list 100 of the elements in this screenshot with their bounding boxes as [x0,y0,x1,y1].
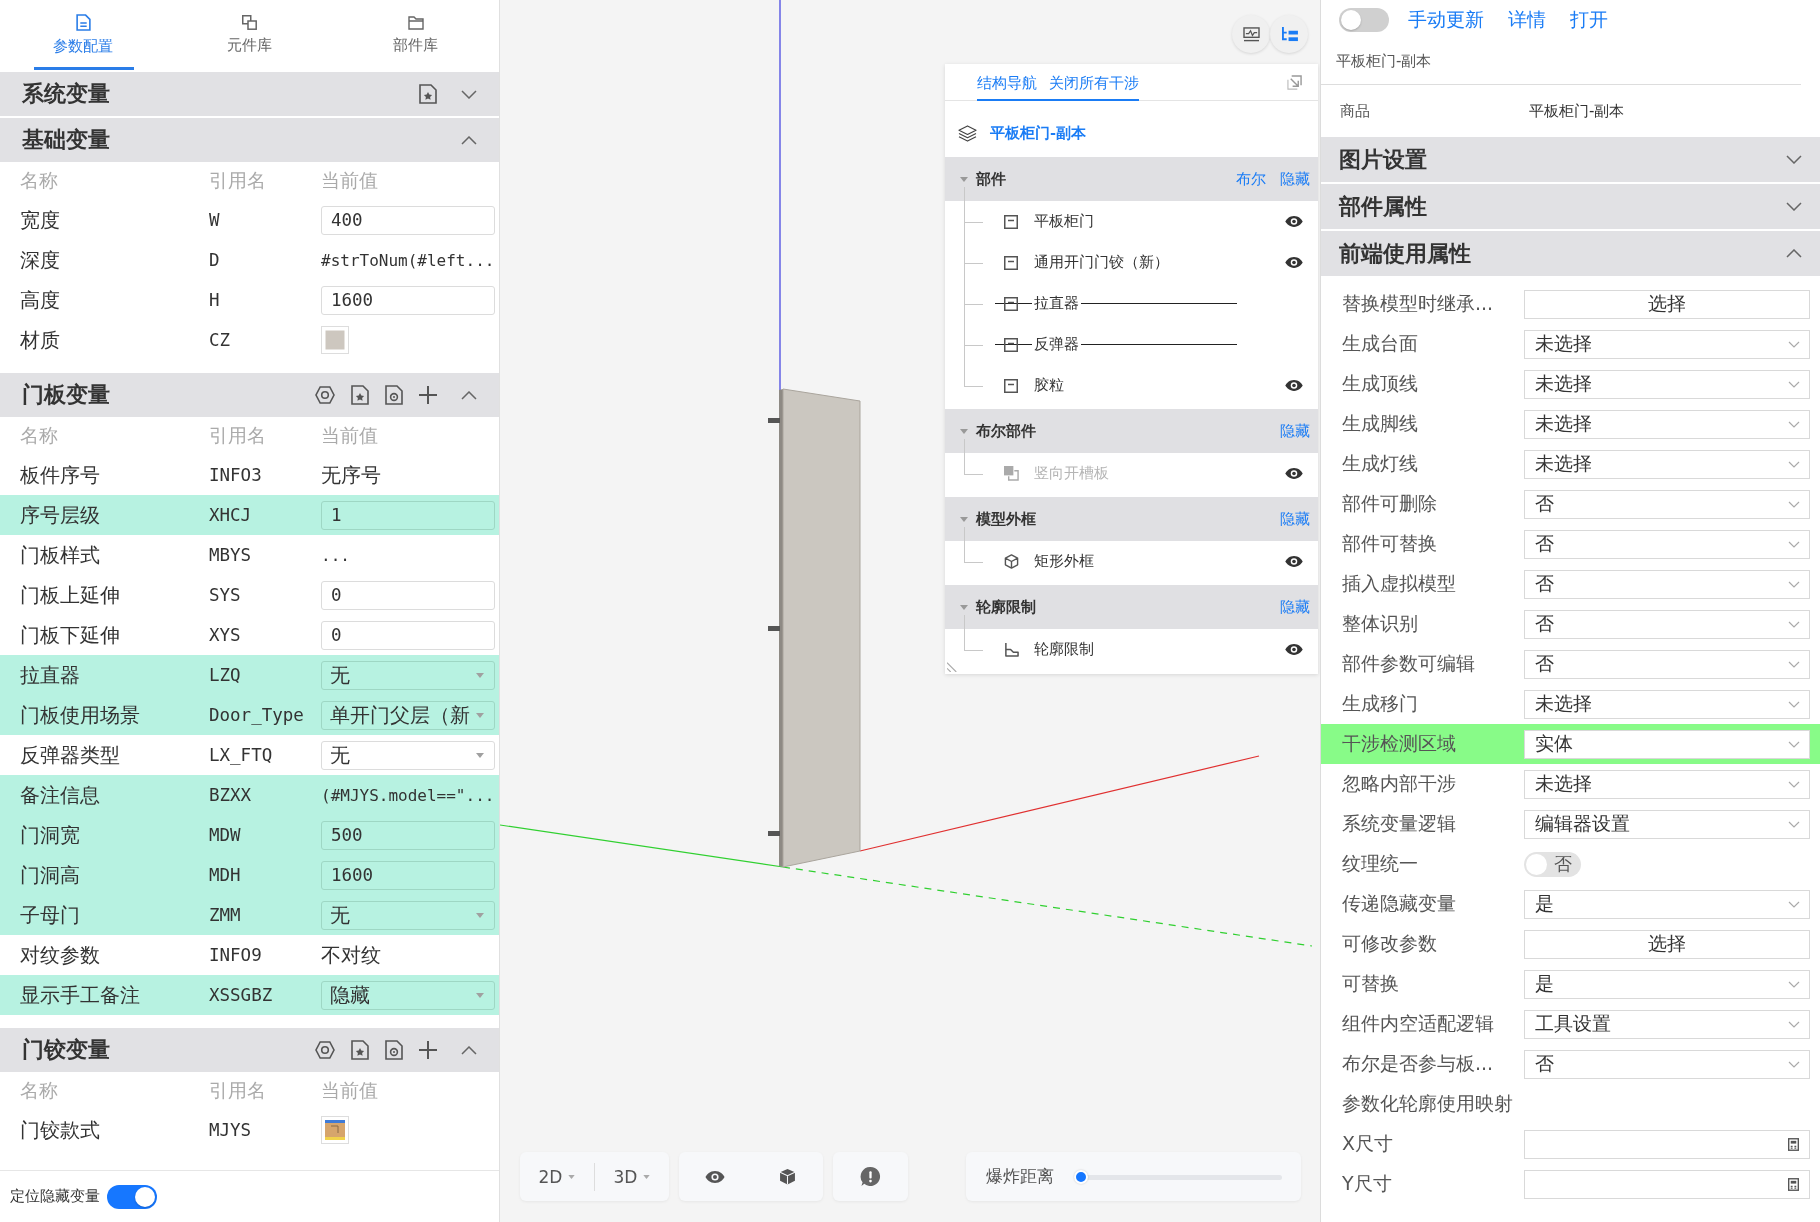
root-node-label[interactable]: 平板柜门-副本 [990,123,1087,143]
property-select[interactable]: 未选择 [1524,329,1810,359]
choose-button[interactable]: 选择 [1524,289,1810,319]
view-toggle-button[interactable] [1270,15,1308,53]
panel-icon [1004,337,1018,352]
variable-ref: MDW [209,825,242,845]
dimension-input[interactable] [1524,1129,1810,1159]
section-header[interactable]: 基础变量 [0,118,499,162]
tree-item-label[interactable]: 反弹器 [1032,335,1081,354]
chevron-down-icon [1788,540,1800,548]
door-panel-model[interactable] [779,388,861,868]
property-select[interactable]: 否 [1524,489,1810,519]
property-select[interactable]: 否 [1524,609,1810,639]
toggle-switch[interactable]: 否 [1524,851,1581,877]
value-input[interactable]: 1600 [321,285,495,315]
property-select[interactable]: 编辑器设置 [1524,809,1810,839]
resize-handle-icon[interactable] [947,659,960,672]
variable-ref: W [209,210,221,230]
section-header[interactable]: 图片设置 [1321,137,1820,182]
property-select[interactable]: 未选择 [1524,769,1810,799]
value-input[interactable]: 1 [321,500,495,530]
section-header[interactable]: 门板变量 [0,373,499,417]
eye-icon [705,1169,725,1184]
property-select[interactable]: 实体 [1524,729,1810,759]
hinge-marker [768,831,780,836]
property-select[interactable]: 未选择 [1524,409,1810,439]
chevron-down-icon[interactable] [461,89,477,99]
expand-icon[interactable] [1287,74,1302,90]
panel-tab[interactable]: 元件库 [166,0,333,70]
eye-icon[interactable] [1285,379,1303,392]
chevron-up-icon[interactable] [461,135,477,145]
eye-icon[interactable] [1285,256,1303,269]
chevron-down-icon[interactable] [1786,155,1802,164]
tree-item-label[interactable]: 平板柜门 [1032,212,1096,231]
value-input[interactable]: 0 [321,580,495,610]
hex-nut-icon[interactable] [315,386,335,404]
file-star-icon[interactable] [351,385,369,405]
file-star-icon[interactable] [419,84,437,104]
chevron-up-icon[interactable] [1786,249,1802,258]
structure-tab[interactable]: 结构导航 [977,74,1037,101]
hinge-thumbnail-icon[interactable] [321,1116,349,1144]
property-select[interactable]: 否 [1524,1049,1810,1079]
panel-tab[interactable]: 参数配置 [0,0,167,70]
section-header[interactable]: 门铰变量 [0,1028,499,1072]
slider-thumb[interactable] [1074,1169,1088,1184]
hex-nut-icon[interactable] [315,1041,335,1059]
value-input[interactable]: 0 [321,620,495,650]
section-header[interactable]: 部件属性 [1321,184,1820,229]
chevron-up-icon[interactable] [461,390,477,400]
value-select[interactable]: 无 [321,740,495,770]
property-select[interactable]: 未选择 [1524,449,1810,479]
property-select[interactable]: 是 [1524,969,1810,999]
property-select[interactable]: 否 [1524,529,1810,559]
plus-icon[interactable] [419,386,437,404]
property-label: 整体识别 [1342,611,1419,636]
variable-ref: Door_Type [209,705,305,725]
value-input[interactable]: 500 [321,820,495,850]
toggle-switch[interactable] [1339,8,1389,32]
choose-button[interactable]: 选择 [1524,929,1810,959]
tree-item-label[interactable]: 拉直器 [1032,294,1081,313]
calculator-icon[interactable] [1788,1137,1799,1151]
property-select[interactable]: 是 [1524,889,1810,919]
section-header[interactable]: 前端使用属性 [1321,231,1820,276]
chevron-up-icon[interactable] [461,1045,477,1055]
property-select[interactable]: 未选择 [1524,369,1810,399]
variable-ref: MBYS [209,545,253,565]
tree-item-label[interactable]: 矩形外框 [1032,552,1096,571]
dimension-input[interactable] [1524,1169,1810,1199]
tree-item-label[interactable]: 胶粒 [1032,376,1066,395]
eye-icon[interactable] [1285,643,1303,656]
close-interference-link[interactable]: 关闭所有干涉 [1037,74,1139,101]
property-select[interactable]: 否 [1524,649,1810,679]
value-select[interactable]: 无 [321,900,495,930]
tree-item-label[interactable]: 轮廓限制 [1032,640,1096,659]
value-select[interactable]: 隐藏 [321,980,495,1010]
section-header[interactable]: 系统变量 [0,72,499,116]
toggle-switch[interactable] [107,1184,157,1209]
property-select[interactable]: 工具设置 [1524,1009,1810,1039]
calculator-icon[interactable] [1788,1177,1799,1191]
view-mode-button[interactable]: 2D [520,1152,594,1201]
property-select[interactable]: 未选择 [1524,689,1810,719]
eye-icon[interactable] [1285,555,1303,568]
value-select[interactable]: 单开门父层（新 [321,700,495,730]
value-input[interactable]: 1600 [321,860,495,890]
material-swatch-icon[interactable] [321,326,349,354]
header-link[interactable]: 详情 [1508,7,1546,33]
panel-tab[interactable]: 部件库 [332,0,499,70]
warning-button[interactable] [833,1152,908,1201]
value-input[interactable]: 400 [321,205,495,235]
plus-icon[interactable] [419,1041,437,1059]
view-mode-button[interactable]: 3D [595,1152,669,1201]
chevron-down-icon[interactable] [1786,202,1802,211]
header-link[interactable]: 手动更新 [1408,7,1484,33]
view-toggle-button[interactable] [1232,15,1270,53]
header-link[interactable]: 打开 [1570,7,1608,33]
eye-icon[interactable] [1285,215,1303,228]
property-select[interactable]: 否 [1524,569,1810,599]
value-select[interactable]: 无 [321,660,495,690]
slider-track[interactable] [1074,1169,1282,1184]
file-star-icon[interactable] [351,1040,369,1060]
